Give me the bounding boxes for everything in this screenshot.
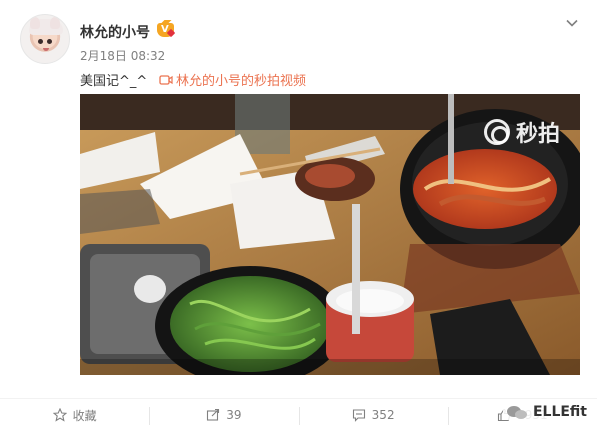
comment-icon (352, 409, 365, 422)
username[interactable]: 林允的小号 (80, 22, 150, 42)
miaopai-watermark: 秒拍 (483, 116, 560, 148)
favorite-button[interactable]: 收藏 (0, 399, 149, 431)
repost-button[interactable]: 39 (149, 399, 298, 431)
favorite-label: 收藏 (72, 408, 97, 423)
post-text: 美国记^_^ (80, 74, 148, 89)
video-player[interactable]: 秒拍 (80, 94, 580, 375)
wechat-icon (506, 405, 529, 420)
comment-count: 352 (371, 408, 395, 422)
video-link-label: 林允的小号的秒拍视频 (176, 74, 307, 89)
elle-brand-text: ELLEfit (532, 404, 587, 420)
video-camera-icon (159, 74, 173, 85)
star-icon (52, 408, 67, 422)
chevron-down-icon[interactable] (565, 15, 579, 29)
repost-count: 39 (226, 408, 242, 422)
comment-button[interactable]: 352 (298, 399, 448, 431)
avatar[interactable] (20, 14, 70, 64)
video-link[interactable]: 林允的小号的秒拍视频 (159, 70, 306, 89)
elle-watermark: ELLEfit (502, 404, 587, 420)
watermark-text: 秒拍 (515, 122, 560, 147)
post-timestamp[interactable]: 2月18日 08:32 (80, 47, 165, 64)
weibo-post-card: 林允的小号 V 2月18日 08:32 美国记^_^ 林允的小号的秒拍视频 秒拍… (0, 0, 597, 431)
miaopai-logo-icon (483, 119, 510, 145)
vip-badge-icon[interactable]: V (157, 20, 176, 38)
repost-icon (207, 408, 220, 421)
